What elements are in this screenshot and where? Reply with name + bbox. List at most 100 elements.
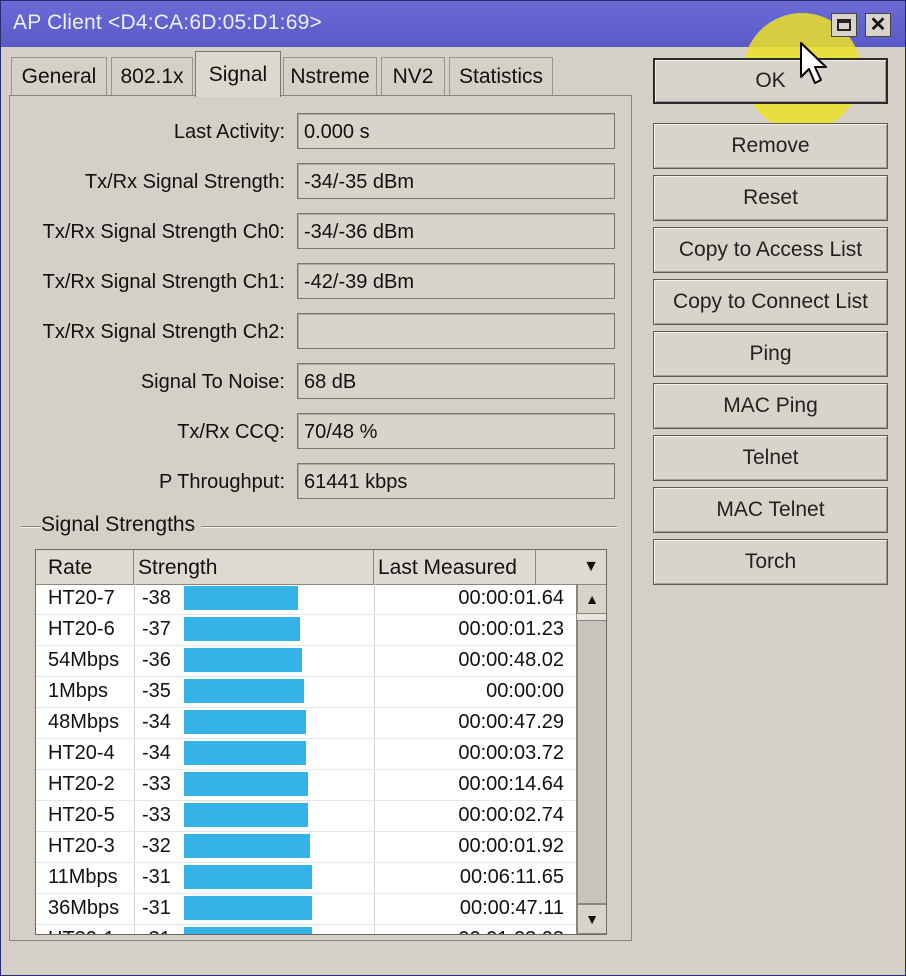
- tx-rx-signal-strength-ch1-value: -42/-39 dBm: [297, 263, 615, 299]
- table-row[interactable]: 54Mbps -36 00:00:48.02: [36, 646, 576, 677]
- mouse-cursor-icon: [800, 42, 827, 84]
- close-icon: ✕: [869, 14, 887, 36]
- table-row[interactable]: HT20-7 -38 00:00:01.64: [36, 584, 576, 615]
- mac-telnet-button[interactable]: MAC Telnet: [653, 487, 888, 533]
- strength-bar: [184, 741, 306, 765]
- reset-button[interactable]: Reset: [653, 175, 888, 221]
- strength-bar: [184, 927, 312, 934]
- strength-bar: [184, 803, 308, 827]
- table-row[interactable]: HT20-5 -33 00:00:02.74: [36, 801, 576, 832]
- rate-cell: 1Mbps: [48, 680, 109, 702]
- rate-cell: 48Mbps: [48, 711, 120, 733]
- table-row[interactable]: HT20-4 -34 00:00:03.72: [36, 739, 576, 770]
- tx-rx-signal-strength-label: Tx/Rx Signal Strength:: [84, 171, 285, 193]
- last-activity-label: Last Activity:: [173, 121, 285, 143]
- strength-cell: -32: [142, 835, 171, 857]
- column-header-last-measured[interactable]: Last Measured: [374, 550, 536, 584]
- tab-statistics[interactable]: Statistics: [449, 57, 553, 95]
- strength-bar: [184, 586, 298, 610]
- rate-cell: HT20-5: [48, 804, 115, 826]
- mac-ping-button[interactable]: MAC Ping: [653, 383, 888, 429]
- strength-cell: -35: [142, 680, 171, 702]
- rate-cell: HT20-3: [48, 835, 115, 857]
- last-measured-cell: 00:06:11.65: [459, 866, 564, 888]
- signal-to-noise-value: 68 dB: [297, 363, 615, 399]
- rate-cell: 54Mbps: [48, 649, 120, 671]
- strength-bar: [184, 679, 304, 703]
- maximize-icon: [837, 19, 851, 31]
- scroll-up-button[interactable]: ▲: [577, 584, 606, 614]
- strength-bar: [184, 617, 300, 641]
- column-header-strength[interactable]: Strength: [134, 550, 374, 584]
- strength-cell: -31: [142, 897, 171, 919]
- strength-cell: -33: [142, 804, 171, 826]
- signal-to-noise-label: Signal To Noise:: [140, 371, 285, 393]
- strength-bar: [184, 865, 312, 889]
- last-measured-cell: 00:00:48.02: [458, 649, 564, 671]
- copy-to-access-list-button[interactable]: Copy to Access List: [653, 227, 888, 273]
- tx-rx-ccq-label: Tx/Rx CCQ:: [177, 421, 285, 443]
- signal-strengths-title: Signal Strengths: [41, 513, 202, 537]
- table-row[interactable]: 1Mbps -35 00:00:00: [36, 677, 576, 708]
- remove-button[interactable]: Remove: [653, 123, 888, 169]
- tx-rx-ccq-value: 70/48 %: [297, 413, 615, 449]
- table-row[interactable]: HT20-2 -33 00:00:14.64: [36, 770, 576, 801]
- tx-rx-signal-strength-ch0-label: Tx/Rx Signal Strength Ch0:: [42, 221, 285, 243]
- last-measured-cell: 00:00:47.11: [459, 897, 564, 919]
- last-measured-cell: 00:00:00: [486, 680, 564, 702]
- last-measured-cell: 00:01:03.03: [458, 925, 564, 934]
- last-activity-value: 0.000 s: [297, 113, 615, 149]
- telnet-button[interactable]: Telnet: [653, 435, 888, 481]
- table-row[interactable]: 36Mbps -31 00:00:47.11: [36, 894, 576, 925]
- last-measured-cell: 00:00:47.29: [458, 711, 564, 733]
- close-button[interactable]: ✕: [865, 13, 891, 37]
- strength-cell: -36: [142, 649, 171, 671]
- p-throughput-label: P Throughput:: [158, 471, 285, 493]
- last-measured-cell: 00:00:01.23: [458, 618, 564, 640]
- rate-cell: HT20-4: [48, 742, 115, 764]
- tab-nv2[interactable]: NV2: [381, 57, 445, 95]
- table-body: HT20-7 -38 00:00:01.64 HT20-6 -37 00:00:01.23…: [36, 584, 576, 934]
- last-measured-cell: 00:00:01.64: [458, 587, 564, 609]
- copy-to-connect-list-button[interactable]: Copy to Connect List: [653, 279, 888, 325]
- rate-cell: 36Mbps: [48, 897, 120, 919]
- table-row[interactable]: HT20-3 -32 00:00:01.92: [36, 832, 576, 863]
- arrow-up-icon: ▲: [585, 591, 599, 607]
- p-throughput-value: 61441 kbps: [297, 463, 615, 499]
- tab-802-1x[interactable]: 802.1x: [111, 57, 193, 95]
- strength-cell: -31: [142, 925, 171, 934]
- ap-client-window: AP Client <D4:CA:6D:05:D1:69> ✕ General …: [0, 0, 906, 976]
- rate-cell: HT20-1: [48, 925, 115, 934]
- column-menu-button[interactable]: ▼: [576, 550, 606, 584]
- window-title: AP Client <D4:CA:6D:05:D1:69>: [13, 11, 322, 34]
- torch-button[interactable]: Torch: [653, 539, 888, 585]
- table-scrollbar[interactable]: ▲ ▼: [576, 584, 606, 934]
- strength-cell: -34: [142, 711, 171, 733]
- tab-general[interactable]: General: [11, 57, 107, 95]
- ping-button[interactable]: Ping: [653, 331, 888, 377]
- ok-button[interactable]: OK: [653, 58, 888, 104]
- tx-rx-signal-strength-ch2-label: Tx/Rx Signal Strength Ch2:: [42, 321, 285, 343]
- rate-cell: HT20-2: [48, 773, 115, 795]
- strength-bar: [184, 896, 312, 920]
- scroll-thumb[interactable]: [577, 620, 606, 904]
- tx-rx-signal-strength-ch1-label: Tx/Rx Signal Strength Ch1:: [42, 271, 285, 293]
- strength-bar: [184, 648, 302, 672]
- strength-bar: [184, 710, 306, 734]
- tab-signal[interactable]: Signal: [195, 51, 281, 97]
- tx-rx-signal-strength-value: -34/-35 dBm: [297, 163, 615, 199]
- scroll-down-button[interactable]: ▼: [577, 904, 606, 934]
- strength-cell: -37: [142, 618, 171, 640]
- table-row[interactable]: 48Mbps -34 00:00:47.29: [36, 708, 576, 739]
- table-row[interactable]: HT20-1 -31 00:01:03.03: [36, 925, 576, 934]
- arrow-down-icon: ▼: [585, 911, 599, 927]
- signal-strengths-table: Rate Strength Last Measured ▼ HT20-7 -38 0…: [35, 549, 607, 935]
- tab-nstreme[interactable]: Nstreme: [283, 57, 377, 95]
- maximize-button[interactable]: [831, 13, 857, 37]
- table-row[interactable]: HT20-6 -37 00:00:01.23: [36, 615, 576, 646]
- column-header-rate[interactable]: Rate: [44, 550, 134, 584]
- table-row[interactable]: 11Mbps -31 00:06:11.65: [36, 863, 576, 894]
- strength-bar: [184, 772, 308, 796]
- strength-cell: -33: [142, 773, 171, 795]
- tx-rx-signal-strength-ch2-value: [297, 313, 615, 349]
